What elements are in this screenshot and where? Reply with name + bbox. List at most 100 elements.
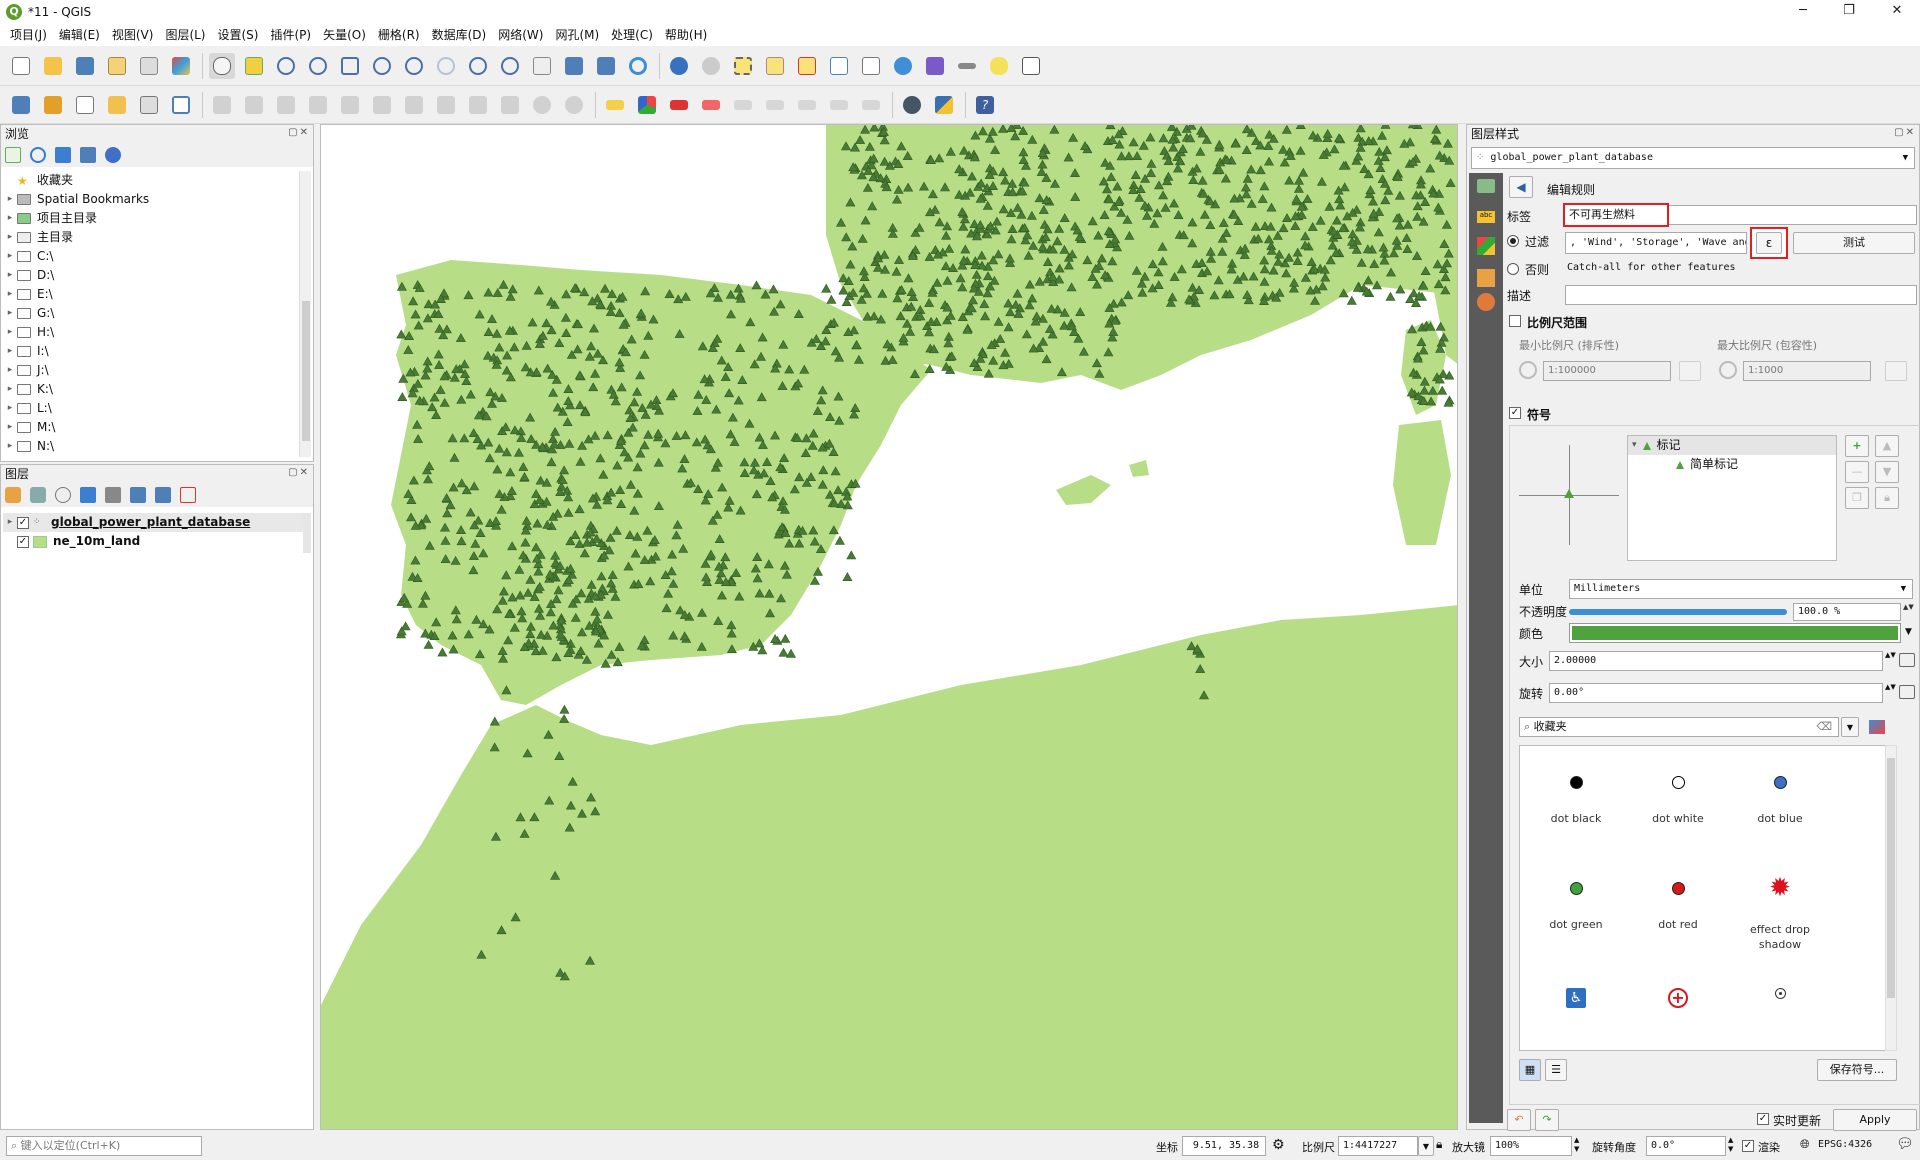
simple-marker-node[interactable]: 简单标记 bbox=[1628, 455, 1836, 474]
collapse-all-layers-icon[interactable] bbox=[155, 487, 171, 503]
zoom-to-selection-icon[interactable] bbox=[369, 53, 395, 79]
clear-search-icon[interactable]: ⌫ bbox=[1816, 718, 1832, 736]
menu-layer[interactable]: 图层(L) bbox=[159, 24, 211, 46]
magnifier-spinner-icon[interactable]: ▲ ▼ bbox=[1574, 1136, 1579, 1154]
layer-styling-icon[interactable] bbox=[5, 487, 21, 503]
expand-arrow-icon[interactable]: ▸ bbox=[3, 380, 17, 399]
pan-icon[interactable] bbox=[209, 52, 235, 79]
expand-arrow-icon[interactable]: ▸ bbox=[3, 266, 17, 285]
statistics-icon[interactable] bbox=[922, 53, 948, 79]
expand-arrow-icon[interactable]: ▸ bbox=[3, 285, 17, 304]
browser-item[interactable]: ▸ J:\ bbox=[3, 361, 295, 380]
browser-item[interactable]: ▸ D:\ bbox=[3, 266, 295, 285]
save-project-icon[interactable] bbox=[72, 53, 98, 79]
filter-legend-icon[interactable] bbox=[80, 487, 96, 503]
expand-arrow-icon[interactable]: ▸ bbox=[3, 418, 17, 437]
add-symbol-layer-button[interactable]: + bbox=[1845, 435, 1869, 457]
symbol-checkbox[interactable]: ✓ bbox=[1509, 407, 1521, 419]
expression-builder-button[interactable]: ε bbox=[1756, 232, 1782, 254]
undo-button[interactable]: ↶ bbox=[1507, 1109, 1531, 1131]
apply-button[interactable]: Apply bbox=[1833, 1109, 1917, 1131]
lock-scale-icon[interactable]: 🔒︎ bbox=[1436, 1137, 1442, 1152]
label-tool-icon[interactable] bbox=[602, 92, 628, 118]
min-scale-from-canvas-button[interactable] bbox=[1679, 361, 1701, 381]
rotation-input[interactable]: 0.00° bbox=[1549, 683, 1883, 703]
filter-browser-icon[interactable] bbox=[55, 147, 71, 163]
expand-arrow-icon[interactable]: ▸ bbox=[3, 247, 17, 266]
new-shapefile-icon[interactable] bbox=[72, 92, 98, 118]
3d-view-tab-icon[interactable] bbox=[1477, 269, 1495, 287]
diagram-tool-icon[interactable] bbox=[634, 92, 660, 118]
collapse-all-icon[interactable] bbox=[80, 147, 96, 163]
measure-icon[interactable] bbox=[954, 53, 980, 79]
filter-expression-input[interactable]: , 'Wind', 'Storage', 'Wave and Tidal') bbox=[1565, 232, 1747, 254]
label-properties-icon[interactable] bbox=[826, 92, 852, 118]
chevron-down-icon[interactable]: ▼ bbox=[1905, 627, 1912, 637]
diagrams-tab-icon[interactable] bbox=[1477, 237, 1495, 255]
menu-processing[interactable]: 处理(C) bbox=[605, 24, 659, 46]
lock-icon[interactable]: 🔒︎ bbox=[1875, 487, 1899, 509]
unpin-labels-icon[interactable] bbox=[858, 92, 884, 118]
browser-item[interactable]: ▸ K:\ bbox=[3, 380, 295, 399]
browser-item[interactable]: ▸ Spatial Bookmarks bbox=[3, 190, 295, 209]
data-defined-override-icon[interactable] bbox=[1899, 685, 1915, 699]
attribute-table-icon[interactable] bbox=[826, 53, 852, 79]
move-label-icon[interactable] bbox=[730, 92, 756, 118]
expand-arrow-icon[interactable]: ▸ bbox=[3, 304, 17, 323]
locator-input[interactable]: ⌕ 键入以定位(Ctrl+K) bbox=[6, 1136, 202, 1156]
print-layout-icon[interactable] bbox=[136, 53, 162, 79]
magnifier-input[interactable]: 100% bbox=[1490, 1136, 1572, 1156]
expand-arrow-icon[interactable]: ▸ bbox=[3, 513, 17, 532]
menu-plugins[interactable]: 插件(P) bbox=[264, 24, 317, 46]
browser-item[interactable]: ▸ L:\ bbox=[3, 399, 295, 418]
map-tips-icon[interactable] bbox=[986, 53, 1012, 79]
expand-arrow-icon[interactable]: ▸ bbox=[3, 342, 17, 361]
max-scale-from-canvas-button[interactable] bbox=[1885, 361, 1907, 381]
zoom-native-icon[interactable] bbox=[433, 53, 459, 79]
save-symbol-button[interactable]: 保存符号... bbox=[1817, 1059, 1897, 1081]
text-annotation-icon[interactable] bbox=[1018, 53, 1044, 79]
symbol-library-item[interactable]: dot red bbox=[1632, 870, 1724, 966]
expand-arrow-icon[interactable]: ▸ bbox=[3, 323, 17, 342]
min-scale-input[interactable]: 1:100000 bbox=[1543, 361, 1671, 381]
icon-view-button[interactable]: ▦ bbox=[1519, 1059, 1541, 1081]
browser-item[interactable]: ▸ G:\ bbox=[3, 304, 295, 323]
render-checkbox[interactable]: ✓ bbox=[1742, 1140, 1754, 1152]
expand-arrow-icon[interactable]: ▸ bbox=[3, 437, 17, 456]
test-button[interactable]: 测试 bbox=[1793, 232, 1915, 254]
max-scale-input[interactable]: 1:1000 bbox=[1743, 361, 1871, 381]
help-icon[interactable]: ? bbox=[972, 92, 998, 118]
filter-by-expression-icon[interactable] bbox=[105, 487, 121, 503]
python-console-icon[interactable] bbox=[931, 92, 957, 118]
browser-item[interactable]: ▸ N:\ bbox=[3, 437, 295, 456]
move-down-button[interactable]: ▼ bbox=[1875, 461, 1899, 483]
menu-web[interactable]: 网络(W) bbox=[492, 24, 549, 46]
rotation-input[interactable]: 0.0° bbox=[1646, 1136, 1726, 1156]
expand-all-icon[interactable] bbox=[130, 487, 146, 503]
live-update-checkbox[interactable]: ✓ bbox=[1757, 1113, 1769, 1125]
field-calculator-icon[interactable] bbox=[858, 53, 884, 79]
menu-project[interactable]: 项目(J) bbox=[4, 24, 53, 46]
expand-arrow-icon[interactable]: ▸ bbox=[3, 361, 17, 380]
close-button[interactable]: ✕ bbox=[1874, 0, 1920, 24]
style-manager-icon[interactable] bbox=[168, 53, 194, 79]
new-geopackage-icon[interactable] bbox=[40, 92, 66, 118]
browser-item[interactable]: ▸ E:\ bbox=[3, 285, 295, 304]
symbol-library-item[interactable]: ♿ bbox=[1530, 976, 1622, 1050]
browser-scrollbar[interactable] bbox=[299, 171, 311, 457]
symbol-search-input[interactable]: ⌕ 收藏夹 ⌫ bbox=[1519, 717, 1839, 737]
pan-to-selection-icon[interactable] bbox=[241, 53, 267, 79]
size-input[interactable]: 2.00000 bbox=[1549, 651, 1883, 671]
save-as-icon[interactable] bbox=[104, 53, 130, 79]
browser-item[interactable]: ▸ H:\ bbox=[3, 323, 295, 342]
map-canvas[interactable] bbox=[320, 124, 1458, 1130]
select-features-icon[interactable] bbox=[730, 53, 756, 79]
duplicate-button[interactable]: ❐ bbox=[1845, 487, 1869, 509]
menu-raster[interactable]: 栅格(R) bbox=[372, 24, 426, 46]
crs-button[interactable]: EPSG:4326 bbox=[1818, 1139, 1872, 1150]
browser-item[interactable]: ▸ M:\ bbox=[3, 418, 295, 437]
scale-input[interactable]: 1:4417227 bbox=[1338, 1136, 1418, 1156]
select-by-value-icon[interactable] bbox=[762, 53, 788, 79]
globe-plugin-icon[interactable] bbox=[899, 92, 925, 118]
symbol-library-item[interactable]: dot black bbox=[1530, 764, 1622, 860]
